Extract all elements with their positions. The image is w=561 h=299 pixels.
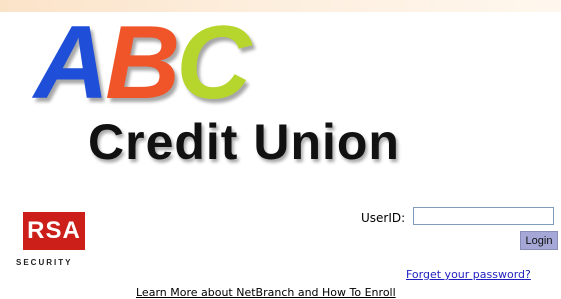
rsa-logo-box: RSA xyxy=(23,212,85,250)
rsa-logo-tagline: SECURITY xyxy=(16,258,73,267)
logo-letter-c: C xyxy=(176,5,251,121)
logo-letter-b: B xyxy=(105,5,180,121)
learn-more-link[interactable]: Learn More about NetBranch and How To En… xyxy=(136,286,396,299)
abc-logo: ABC xyxy=(34,8,274,118)
login-button[interactable]: Login xyxy=(520,231,558,250)
userid-input[interactable] xyxy=(413,207,554,225)
credit-union-title: Credit Union xyxy=(88,114,400,170)
logo-letter-a: A xyxy=(34,5,109,121)
rsa-security-logo: RSA SECURITY xyxy=(16,212,102,276)
userid-label: UserID: xyxy=(361,211,406,225)
forgot-password-link[interactable]: Forget your password? xyxy=(406,268,531,281)
